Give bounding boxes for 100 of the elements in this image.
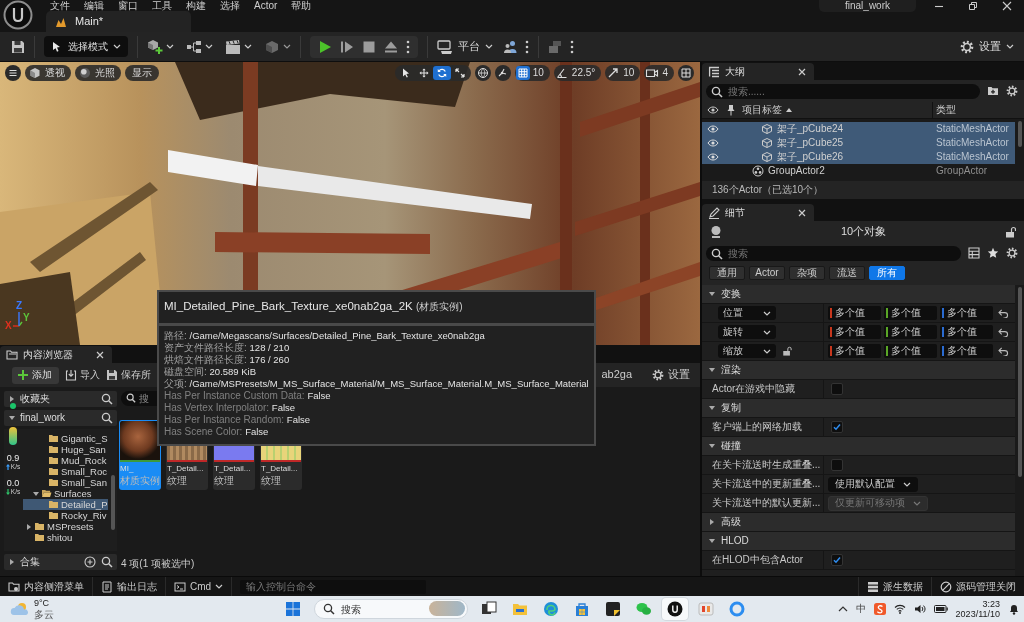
option-dropdown[interactable]: 使用默认配置 (828, 476, 918, 492)
value-field[interactable]: 多个值 (884, 344, 937, 358)
settings-icon[interactable] (1006, 85, 1018, 97)
viewport-layout-icon[interactable] (678, 65, 694, 81)
close-icon[interactable] (96, 350, 104, 359)
angle-snap-button[interactable]: 22.5° (553, 65, 602, 81)
content-browser-tab[interactable]: 内容浏览器 (0, 346, 112, 363)
close-icon[interactable] (798, 67, 806, 76)
bell-icon[interactable] (1008, 603, 1020, 615)
cube-plus-icon[interactable] (147, 38, 163, 55)
menu-item[interactable]: 窗口 (118, 0, 138, 11)
reset-arrow-icon[interactable] (998, 327, 1009, 337)
menu-item[interactable]: 构建 (186, 0, 206, 11)
section-header[interactable]: 渲染 (702, 361, 1015, 380)
overlapping-squares-icon[interactable] (548, 39, 562, 54)
letter-tile-icon[interactable] (873, 603, 886, 615)
menu-item[interactable]: 文件 (50, 0, 70, 11)
value-field[interactable]: 多个值 (940, 325, 993, 339)
scrollbar-thumb[interactable] (1017, 287, 1022, 477)
reset-arrow-icon[interactable] (998, 346, 1009, 356)
outliner-row[interactable]: 架子_pCube24 StaticMeshActor (702, 122, 1015, 136)
caret-icon[interactable] (31, 490, 40, 497)
eye-icon[interactable] (707, 137, 719, 149)
table-icon[interactable] (968, 247, 980, 259)
console-input[interactable]: 输入控制台命令 (240, 579, 427, 594)
save-all-button[interactable]: 保存所 (106, 369, 151, 381)
padlock-open-icon[interactable] (782, 346, 792, 356)
checkbox[interactable] (831, 554, 843, 566)
filter-tab[interactable]: Actor (749, 266, 785, 280)
platforms-dropdown[interactable]: 平台 (437, 38, 493, 55)
filter-tab[interactable]: 流送 (829, 266, 865, 280)
search-field[interactable]: 搜索 (706, 245, 961, 261)
wifi-icon[interactable] (893, 603, 906, 615)
settings-button[interactable]: 设置 (652, 368, 690, 382)
restore-icon[interactable] (968, 1, 978, 11)
folder-tree-item[interactable]: Surfaces (23, 488, 108, 499)
menu-item[interactable]: Actor (254, 0, 278, 11)
source-header[interactable]: 收藏夹 (4, 391, 117, 407)
folder-tree-item[interactable]: Rocky_Riv (23, 510, 108, 521)
filter-tab[interactable]: 所有 (869, 266, 905, 280)
transform-mode-dropdown[interactable]: 旋转 (718, 325, 776, 339)
more-options-icon[interactable] (406, 39, 410, 54)
save-icon[interactable] (11, 39, 25, 54)
value-field[interactable]: 多个值 (884, 306, 937, 320)
eye-icon[interactable] (707, 104, 719, 116)
grid-snap-button[interactable]: 10 (514, 65, 550, 81)
clock-time[interactable]: 3:23 (982, 599, 1000, 609)
caret-icon[interactable] (283, 44, 291, 49)
value-field[interactable]: 多个值 (940, 306, 993, 320)
clapperboard-icon[interactable] (225, 38, 241, 55)
outliner-row[interactable]: 架子_pCube26 StaticMeshActor (702, 150, 1015, 164)
settings-dropdown[interactable]: 设置 (960, 39, 1014, 54)
section-header[interactable]: 高级 (702, 513, 1015, 532)
details-tab[interactable]: 细节 (702, 204, 814, 221)
caret-icon[interactable] (244, 44, 252, 49)
mode-dropdown[interactable]: 选择模式 (44, 36, 128, 57)
star-icon[interactable] (987, 247, 999, 259)
pin-icon[interactable] (727, 104, 735, 116)
collections-header[interactable]: 合集 (4, 554, 117, 570)
eject-icon[interactable] (384, 39, 398, 54)
document-tab[interactable]: Main* (46, 11, 191, 32)
value-field[interactable]: 多个值 (940, 344, 993, 358)
folder-tree-item[interactable]: MSPresets (23, 521, 108, 532)
value-field[interactable]: 多个值 (828, 325, 881, 339)
path-breadcrumb[interactable]: ab2ga (601, 368, 632, 382)
value-field[interactable]: 多个值 (828, 344, 881, 358)
import-button[interactable]: 导入 (65, 369, 100, 381)
more-options-icon[interactable] (525, 39, 529, 54)
section-header[interactable]: 变换 (702, 285, 1015, 304)
checkbox[interactable] (831, 383, 843, 395)
menu-icon[interactable] (5, 65, 21, 81)
more-options-icon[interactable] (570, 39, 574, 54)
settings-icon[interactable] (1006, 247, 1018, 259)
section-header[interactable]: 复制 (702, 399, 1015, 418)
circle-logo-icon[interactable] (3, 0, 33, 30)
scrollbar-thumb[interactable] (110, 475, 115, 530)
outliner-row[interactable]: 架子_pCube25 StaticMeshActor (702, 136, 1015, 150)
play-icon[interactable] (318, 39, 332, 54)
input-method-indicator[interactable]: 中 (855, 603, 866, 615)
menu-item[interactable]: 工具 (152, 0, 172, 11)
rotate-tool-button[interactable] (432, 66, 451, 80)
search-icon[interactable] (101, 412, 113, 424)
transform-mode-dropdown[interactable]: 缩放 (718, 344, 776, 358)
section-header[interactable]: HLOD (702, 532, 1015, 551)
checkbox[interactable] (831, 421, 843, 433)
camera-snap-button[interactable]: 4 (644, 65, 674, 81)
battery-icon[interactable] (933, 605, 948, 613)
folder-tree-item[interactable]: Small_Roc (23, 466, 108, 477)
cube-icon[interactable] (264, 38, 280, 55)
caret-icon[interactable] (166, 44, 174, 49)
eye-icon[interactable] (707, 151, 719, 163)
add-button[interactable]: 添加 (12, 366, 59, 384)
speaker-icon[interactable] (913, 603, 926, 615)
outliner-row[interactable]: GroupActor2 GroupActor (702, 164, 1015, 178)
menu-item[interactable]: 帮助 (291, 0, 312, 11)
column-header[interactable]: 项目标签 (738, 102, 933, 118)
padlock-open-icon[interactable] (1004, 225, 1016, 238)
eye-icon[interactable] (707, 123, 719, 135)
filter-tab[interactable]: 杂项 (789, 266, 825, 280)
menu-item[interactable]: 编辑 (84, 0, 104, 11)
